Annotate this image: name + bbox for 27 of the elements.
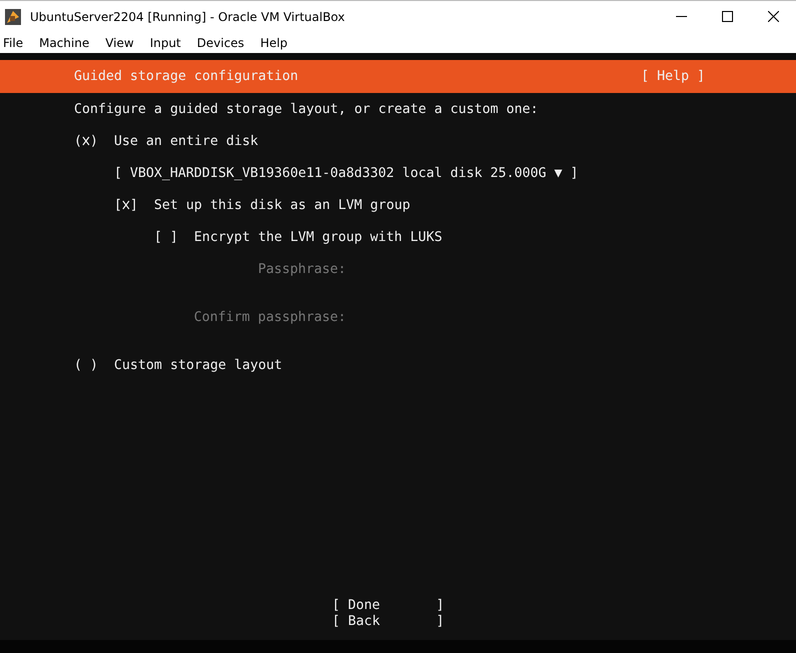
cross-icon xyxy=(122,200,130,210)
radio-button[interactable]: ( ) xyxy=(74,358,98,372)
field-label: Confirm passphrase: xyxy=(194,310,346,324)
option-label: Custom storage layout xyxy=(114,358,282,372)
radio-button[interactable]: ( ) xyxy=(74,134,98,148)
option-label: Use an entire disk xyxy=(114,134,258,148)
menu-button[interactable]: [ Done ] xyxy=(332,598,444,614)
menu-item[interactable]: Machine xyxy=(38,36,96,50)
menu-item[interactable]: File xyxy=(2,36,30,50)
app-icon xyxy=(4,8,22,26)
menu-item[interactable]: Help xyxy=(259,36,295,50)
maximize-icon[interactable] xyxy=(722,11,732,22)
disk-dropdown[interactable]: [ VBOX_HARDDISK_VB19360e11-0a8d3302 local disk 25.000G ▼ ] xyxy=(114,166,578,180)
window-title: UbuntuServer2204 [Running] - Oracle VM VirtualBox xyxy=(30,10,345,24)
menu-item[interactable]: View xyxy=(104,36,141,50)
screen-title: Guided storage configuration xyxy=(74,69,298,84)
checkbox[interactable]: [ ] xyxy=(114,198,138,212)
close-icon[interactable] xyxy=(768,11,778,22)
menu-item[interactable]: Devices xyxy=(196,36,252,50)
instruction-text: Configure a guided storage layout, or create a custom one: xyxy=(74,102,538,116)
cross-icon xyxy=(82,136,90,146)
option-label: Set up this disk as an LVM group xyxy=(154,198,410,212)
checkbox[interactable]: [ ] xyxy=(154,230,178,244)
field-label: Passphrase: xyxy=(258,262,346,276)
menu-item[interactable]: Input xyxy=(148,36,188,50)
option-label: Encrypt the LVM group with LUKS xyxy=(194,230,442,244)
menu-button[interactable]: [ Back ] xyxy=(332,614,444,630)
